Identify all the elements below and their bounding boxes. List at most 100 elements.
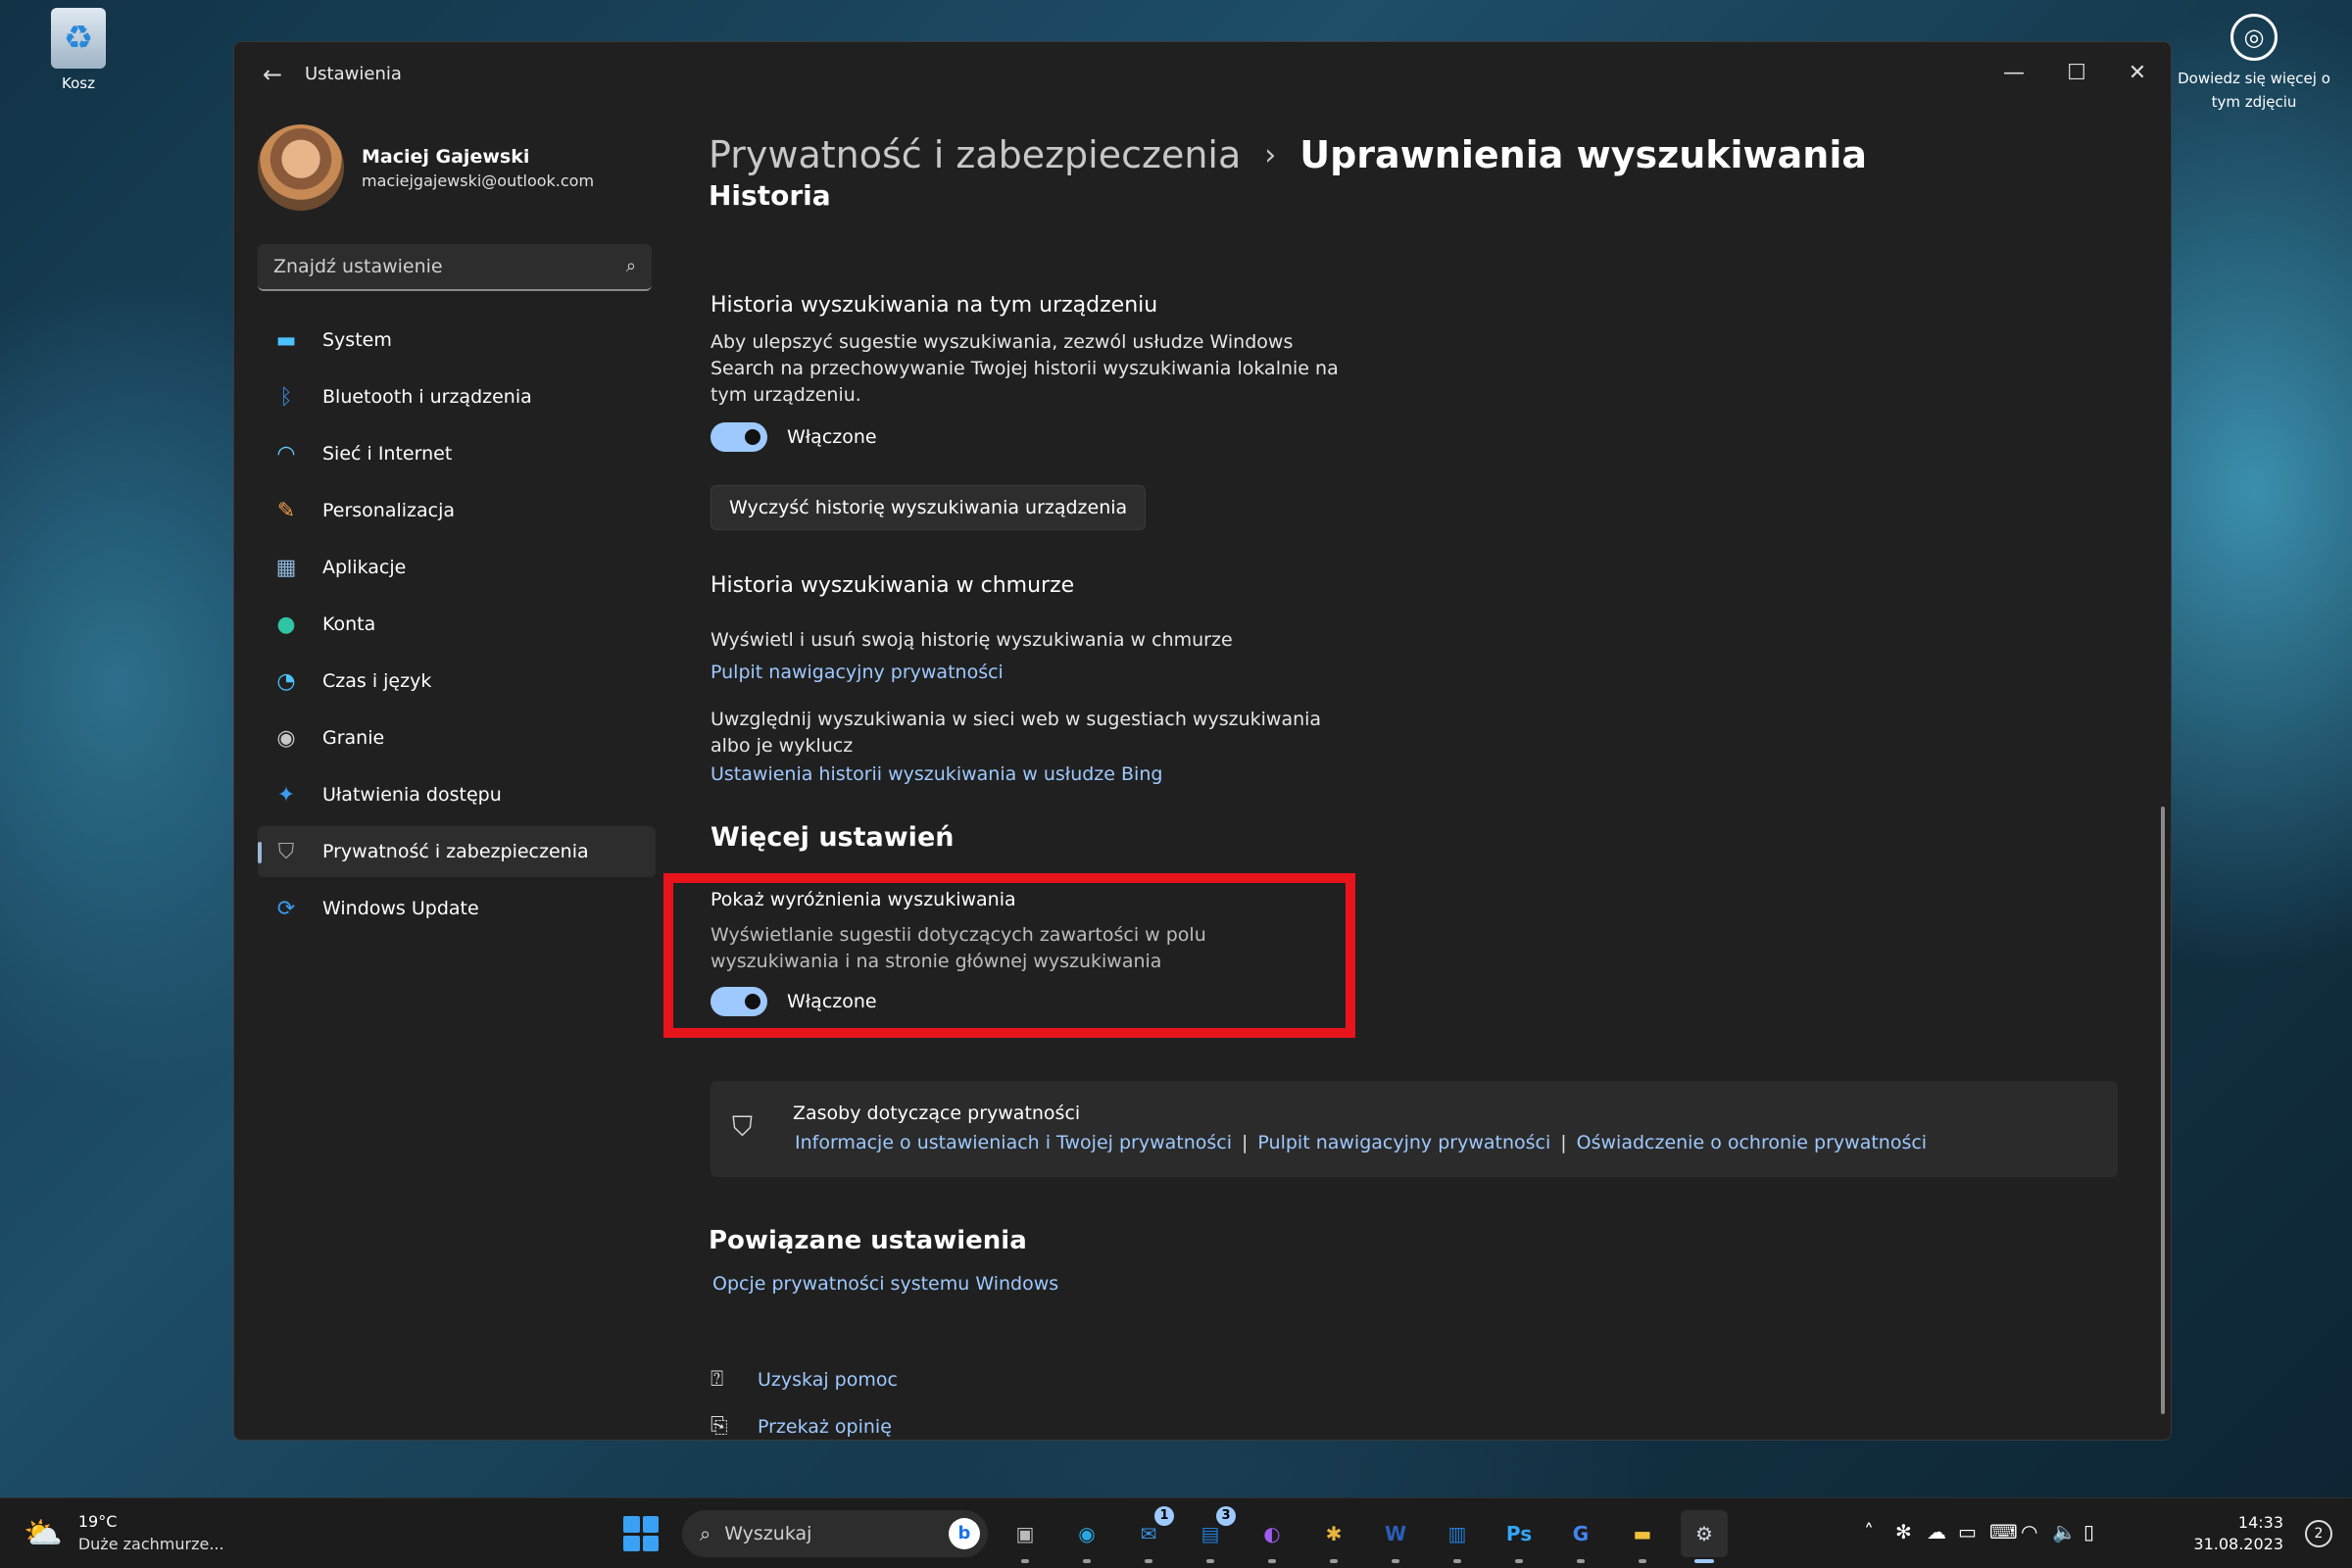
sidebar-item-label: Prywatność i zabezpieczenia	[322, 841, 589, 862]
maximize-button[interactable]: ☐	[2047, 54, 2106, 93]
sidebar-item-label: Granie	[322, 727, 385, 749]
bing-icon[interactable]: b	[949, 1518, 980, 1549]
sidebar-item-label: Sieć i Internet	[322, 443, 453, 465]
privacy-dashboard-link-2[interactable]: Pulpit nawigacyjny prywatności	[1257, 1132, 1550, 1153]
sidebar-item-2[interactable]: ◠ Sieć i Internet	[258, 428, 656, 479]
device-history-toggle[interactable]	[710, 422, 767, 452]
app-badge: 3	[1216, 1506, 1236, 1526]
taskbar-app-settings[interactable]: ⚙	[1681, 1510, 1728, 1563]
taskbar-app-translate[interactable]: G	[1557, 1510, 1604, 1563]
privacy-resources-links: Informacje o ustawieniach i Twojej prywa…	[795, 1132, 1927, 1153]
user-profile[interactable]: Maciej Gajewski maciejgajewski@outlook.c…	[258, 121, 656, 215]
sidebar-item-0[interactable]: ▬ System	[258, 315, 656, 366]
taskbar-app-task-view[interactable]: ▣	[1002, 1510, 1049, 1563]
settings-search-input[interactable]	[258, 244, 652, 289]
running-indicator	[1330, 1559, 1338, 1563]
onedrive-icon[interactable]: ☁	[1927, 1520, 1946, 1544]
running-indicator	[1145, 1559, 1152, 1563]
running-indicator	[1268, 1559, 1276, 1563]
settings-window: ← Ustawienia — ☐ ✕ Maciej Gajewski macie…	[233, 41, 2172, 1441]
search-highlights-toggle-label: Włączone	[787, 991, 877, 1012]
photoshop-icon: Ps	[1505, 1522, 1533, 1545]
shield-icon: ⛉	[732, 1110, 754, 1143]
profile-email: maciejgajewski@outlook.com	[362, 171, 595, 190]
sidebar-item-3[interactable]: ✎ Personalizacja	[258, 485, 656, 536]
running-indicator	[1453, 1559, 1461, 1563]
weather-widget[interactable]: ⛅ 19°C Duże zachmurze...	[24, 1512, 224, 1553]
taskbar-search[interactable]: ⌕ Wyszukaj b	[682, 1510, 988, 1557]
taskbar-app-trello[interactable]: ▥	[1434, 1510, 1481, 1563]
avatar	[258, 124, 344, 211]
get-help-label: Uzyskaj pomoc	[758, 1368, 898, 1391]
bing-history-link[interactable]: Ustawienia historii wyszukiwania w usłud…	[710, 763, 1357, 785]
back-arrow-icon: ←	[262, 61, 283, 88]
weather-cloud-sun-icon: ⛅	[24, 1514, 63, 1551]
wifi-icon[interactable]: ◠	[2021, 1520, 2037, 1544]
windows-logo-icon	[623, 1516, 640, 1533]
taskbar-app-edge[interactable]: ◉	[1063, 1510, 1110, 1563]
sidebar-item-10[interactable]: ⟳ Windows Update	[258, 883, 656, 934]
battery-icon[interactable]: ▯	[2083, 1520, 2094, 1544]
profile-name: Maciej Gajewski	[362, 145, 530, 168]
feedback-link[interactable]: ⎘ Przekaż opinię	[710, 1414, 892, 1439]
settings-search: ⌕	[258, 244, 652, 291]
sidebar-item-8[interactable]: ✦ Ułatwienia dostępu	[258, 769, 656, 820]
taskbar-app-messenger[interactable]: ◐	[1249, 1510, 1296, 1563]
weather-temperature: 19°C	[77, 1512, 118, 1531]
gamepad-icon: ◉	[276, 725, 296, 751]
back-button[interactable]: ←	[258, 60, 287, 89]
close-button[interactable]: ✕	[2108, 54, 2167, 93]
learn-more-label: Dowiedz się więcej o tym zdjęciu	[2178, 70, 2330, 111]
wifi-icon: ◠	[276, 441, 296, 466]
search-highlights-toggle-row: Włączone	[710, 987, 1338, 1016]
learn-more-photo[interactable]: ◎ Dowiedz się więcej o tym zdjęciu	[2166, 14, 2342, 114]
privacy-resources-card: ⛉ Zasoby dotyczące prywatności Informacj…	[710, 1081, 2118, 1177]
privacy-settings-info-link[interactable]: Informacje o ustawieniach i Twojej prywa…	[795, 1132, 1232, 1153]
get-help-link[interactable]: ⍰ Uzyskaj pomoc	[710, 1367, 898, 1392]
more-settings-title: Więcej ustawień	[710, 822, 955, 853]
show-hidden-icons[interactable]: ˄	[1864, 1520, 1874, 1544]
keyboard-icon[interactable]: ⌨	[1989, 1520, 2018, 1544]
chevron-right-icon: ›	[1264, 137, 1277, 172]
slack-tray-icon[interactable]: ✻	[1895, 1520, 1912, 1544]
privacy-dashboard-link[interactable]: Pulpit nawigacyjny prywatności	[710, 662, 1357, 683]
running-indicator	[1392, 1559, 1399, 1563]
sidebar-item-6[interactable]: ◔ Czas i język	[258, 656, 656, 707]
sidebar-item-4[interactable]: ▦ Aplikacje	[258, 542, 656, 593]
sidebar-item-5[interactable]: ● Konta	[258, 599, 656, 650]
tablet-icon[interactable]: ▭	[1958, 1520, 1977, 1544]
title-bar: ← Ustawienia — ☐ ✕	[234, 42, 2171, 107]
volume-icon[interactable]: 🔈	[2052, 1520, 2077, 1544]
search-highlights-toggle[interactable]	[710, 987, 767, 1016]
breadcrumb-parent[interactable]: Prywatność i zabezpieczenia	[709, 133, 1241, 176]
search-icon[interactable]: ⌕	[626, 256, 636, 276]
recycle-bin[interactable]: ♻ Kosz	[39, 8, 118, 92]
scrollbar[interactable]	[2161, 807, 2165, 1414]
privacy-statement-link[interactable]: Oświadczenie o ochronie prywatności	[1577, 1132, 1927, 1153]
cloud-history-group: Historia wyszukiwania w chmurze Wyświetl…	[710, 573, 1357, 785]
notification-badge[interactable]: 2	[2305, 1520, 2332, 1547]
device-history-toggle-label: Włączone	[787, 426, 877, 448]
brush-icon: ✎	[276, 498, 296, 523]
sidebar-item-1[interactable]: ᛒ Bluetooth i urządzenia	[258, 371, 656, 422]
taskbar-app-explorer[interactable]: ▬	[1619, 1510, 1666, 1563]
start-button[interactable]	[623, 1516, 659, 1551]
minimize-button[interactable]: —	[1984, 54, 2043, 93]
taskbar-app-word[interactable]: W	[1372, 1510, 1419, 1563]
device-history-description: Aby ulepszyć sugestie wyszukiwania, zezw…	[710, 331, 1339, 406]
weather-description: Duże zachmurze...	[77, 1535, 224, 1553]
clear-device-history-button[interactable]: Wyczyść historię wyszukiwania urządzenia	[710, 485, 1147, 530]
taskbar-app-slack[interactable]: ✱	[1310, 1510, 1357, 1563]
link-separator: |	[1242, 1132, 1249, 1153]
taskbar-app-mail[interactable]: ✉ 1	[1125, 1506, 1174, 1563]
sidebar-nav: ▬ System ᛒ Bluetooth i urządzenia ◠ Sieć i In…	[258, 315, 656, 934]
settings-icon: ⚙	[1695, 1522, 1713, 1545]
sidebar-item-7[interactable]: ◉ Granie	[258, 712, 656, 763]
clock[interactable]: 14:33 31.08.2023	[2193, 1512, 2283, 1555]
taskbar-app-outlook[interactable]: ▤ 3	[1187, 1506, 1236, 1563]
clock-date: 31.08.2023	[2193, 1535, 2283, 1553]
cloud-history-title: Historia wyszukiwania w chmurze	[710, 573, 1075, 598]
sidebar-item-9[interactable]: ⛉ Prywatność i zabezpieczenia	[258, 826, 656, 877]
taskbar-app-photoshop[interactable]: Ps	[1495, 1510, 1543, 1563]
windows-privacy-options-link[interactable]: Opcje prywatności systemu Windows	[712, 1273, 1058, 1295]
